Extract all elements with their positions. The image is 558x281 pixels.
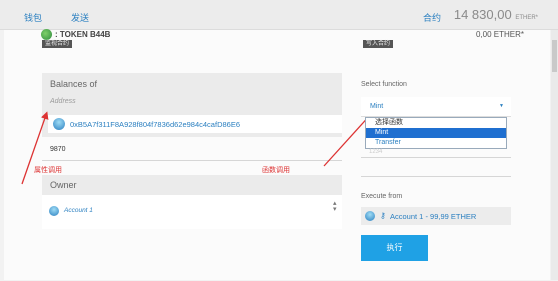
- property-call-arrow: [21, 111, 49, 185]
- faded-input-value: 1234: [369, 149, 383, 155]
- function-option-placeholder[interactable]: 选择函数: [366, 118, 506, 128]
- execute-account: Account 1 - 99,99 ETHER: [390, 212, 477, 221]
- key-icon: ⚷: [380, 211, 386, 220]
- execute-account-icon: [365, 211, 375, 221]
- function-divider: [361, 157, 511, 158]
- execute-from-label: Execute from: [361, 193, 403, 200]
- execute-button[interactable]: 执行: [361, 235, 428, 261]
- chevron-down-icon[interactable]: ▼: [499, 103, 504, 109]
- function-option-mint[interactable]: Mint: [366, 128, 506, 138]
- function-call-annotation: 函数调用: [262, 167, 290, 174]
- function-select-value: Mint: [370, 103, 384, 110]
- function-select[interactable]: [361, 97, 511, 117]
- select-function-label: Select function: [361, 81, 407, 88]
- function-divider-2: [361, 176, 511, 177]
- function-option-transfer[interactable]: Transfer: [366, 138, 506, 148]
